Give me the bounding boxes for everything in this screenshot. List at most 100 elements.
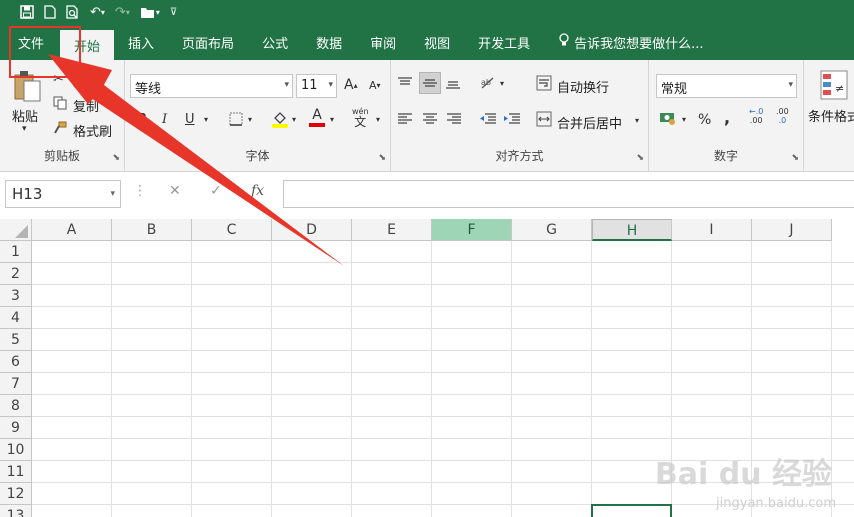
- align-right-icon[interactable]: [446, 112, 462, 126]
- orientation-icon[interactable]: ab: [479, 75, 497, 91]
- chevron-down-icon[interactable]: ▾: [682, 115, 686, 124]
- row-header-1[interactable]: 1: [0, 241, 32, 263]
- formula-input[interactable]: [283, 180, 854, 208]
- print-preview-icon[interactable]: [66, 5, 80, 19]
- paste-dropdown-icon[interactable]: ▾: [22, 124, 27, 134]
- cut-icon[interactable]: ✂: [53, 72, 64, 87]
- italic-button[interactable]: I: [162, 112, 167, 127]
- increase-indent-icon[interactable]: [503, 112, 521, 126]
- chevron-down-icon[interactable]: ▾: [500, 79, 504, 88]
- paste-icon[interactable]: [12, 68, 42, 106]
- align-top-icon[interactable]: [397, 76, 413, 90]
- confirm-entry-button[interactable]: ✓: [210, 183, 222, 199]
- format-painter-button[interactable]: 格式刷: [73, 121, 112, 140]
- grow-font-button[interactable]: A ▴: [344, 77, 358, 93]
- row-header-12[interactable]: 12: [0, 483, 32, 505]
- number-format-combo[interactable]: 常规 ▾: [656, 74, 797, 98]
- name-box[interactable]: H13 ▾: [5, 180, 121, 208]
- align-center-icon[interactable]: [422, 112, 438, 126]
- chevron-down-icon[interactable]: ▾: [248, 115, 252, 124]
- row-header-2[interactable]: 2: [0, 263, 32, 285]
- underline-button[interactable]: U: [185, 112, 195, 127]
- column-header-e[interactable]: E: [352, 219, 432, 241]
- insert-function-button[interactable]: fx: [251, 183, 264, 199]
- chevron-down-icon[interactable]: ▾: [292, 115, 296, 124]
- tab-view[interactable]: 视图: [410, 24, 464, 60]
- font-size-combo[interactable]: 11 ▾: [296, 74, 337, 98]
- tab-file[interactable]: 文件: [0, 24, 60, 60]
- tab-page-layout[interactable]: 页面布局: [168, 24, 248, 60]
- column-header-f[interactable]: F: [432, 219, 512, 241]
- font-launcher-icon[interactable]: ⬊: [378, 153, 386, 163]
- row-header-13[interactable]: 13: [0, 505, 32, 517]
- row-header-3[interactable]: 3: [0, 285, 32, 307]
- chevron-down-icon[interactable]: ▾: [204, 115, 208, 124]
- font-color-button[interactable]: A: [309, 108, 325, 127]
- redo-icon[interactable]: ↷ ▾: [115, 5, 130, 20]
- undo-icon[interactable]: ↶ ▾: [90, 5, 105, 20]
- fill-color-icon[interactable]: [271, 110, 289, 128]
- cancel-entry-button[interactable]: ✕: [169, 183, 181, 199]
- clipboard-launcher-icon[interactable]: ⬊: [112, 153, 120, 163]
- format-painter-icon[interactable]: [53, 121, 67, 135]
- row-header-4[interactable]: 4: [0, 307, 32, 329]
- column-header-d[interactable]: D: [272, 219, 352, 241]
- tab-formulas[interactable]: 公式: [248, 24, 302, 60]
- tab-data[interactable]: 数据: [302, 24, 356, 60]
- copy-icon[interactable]: [53, 96, 67, 110]
- comma-style-button[interactable]: ,: [724, 108, 730, 127]
- column-header-h[interactable]: H: [592, 219, 672, 241]
- column-header-b[interactable]: B: [112, 219, 192, 241]
- customize-qat-icon[interactable]: ⊽: [170, 7, 177, 18]
- conditional-formatting-icon[interactable]: ≠: [820, 70, 848, 100]
- increase-decimal-button[interactable]: ←.0.00: [749, 107, 763, 126]
- active-cell[interactable]: [591, 504, 672, 517]
- cut-button[interactable]: 剪切: [73, 71, 99, 90]
- row-header-10[interactable]: 10: [0, 439, 32, 461]
- chevron-down-icon[interactable]: ▾: [330, 115, 334, 124]
- row-header-5[interactable]: 5: [0, 329, 32, 351]
- tell-me-box[interactable]: 告诉我您想要做什么...: [544, 24, 717, 60]
- number-launcher-icon[interactable]: ⬊: [791, 153, 799, 163]
- align-left-icon[interactable]: [397, 112, 413, 126]
- column-header-g[interactable]: G: [512, 219, 592, 241]
- chevron-down-icon[interactable]: ▾: [635, 116, 639, 125]
- accounting-format-icon[interactable]: [659, 111, 677, 125]
- tab-developer[interactable]: 开发工具: [464, 24, 544, 60]
- percent-button[interactable]: %: [698, 112, 711, 128]
- merge-center-icon[interactable]: [536, 111, 552, 127]
- conditional-formatting-button[interactable]: 条件格式: [808, 106, 854, 125]
- copy-button[interactable]: 复制: [73, 96, 99, 115]
- alignment-launcher-icon[interactable]: ⬊: [636, 153, 644, 163]
- row-header-7[interactable]: 7: [0, 373, 32, 395]
- paste-button[interactable]: 粘贴: [12, 106, 38, 125]
- bold-button[interactable]: B: [137, 112, 147, 127]
- phonetic-guide-button[interactable]: wén 文: [352, 108, 369, 129]
- column-header-i[interactable]: I: [672, 219, 752, 241]
- borders-icon[interactable]: [229, 112, 243, 126]
- align-middle-icon[interactable]: [419, 72, 441, 94]
- chevron-down-icon[interactable]: ▾: [376, 115, 380, 124]
- column-header-c[interactable]: C: [192, 219, 272, 241]
- row-header-11[interactable]: 11: [0, 461, 32, 483]
- select-all-corner[interactable]: [0, 219, 32, 241]
- column-header-j[interactable]: J: [752, 219, 832, 241]
- tab-home[interactable]: 开始: [60, 30, 115, 60]
- new-file-icon[interactable]: [44, 5, 56, 19]
- row-header-6[interactable]: 6: [0, 351, 32, 373]
- decrease-indent-icon[interactable]: [479, 112, 497, 126]
- save-icon[interactable]: [20, 5, 34, 19]
- wrap-text-icon[interactable]: [536, 75, 552, 91]
- formula-bar-menu-icon[interactable]: ⋮: [133, 183, 147, 199]
- open-folder-icon[interactable]: ▾: [140, 6, 160, 19]
- column-header-a[interactable]: A: [32, 219, 112, 241]
- tab-review[interactable]: 审阅: [356, 24, 410, 60]
- decrease-decimal-button[interactable]: .00.0: [776, 107, 789, 126]
- merge-center-button[interactable]: 合并后居中: [557, 113, 622, 132]
- font-name-combo[interactable]: 等线 ▾: [130, 74, 293, 98]
- align-bottom-icon[interactable]: [445, 76, 461, 90]
- row-header-9[interactable]: 9: [0, 417, 32, 439]
- shrink-font-button[interactable]: A ▾: [369, 79, 381, 92]
- row-header-8[interactable]: 8: [0, 395, 32, 417]
- wrap-text-button[interactable]: 自动换行: [557, 77, 609, 96]
